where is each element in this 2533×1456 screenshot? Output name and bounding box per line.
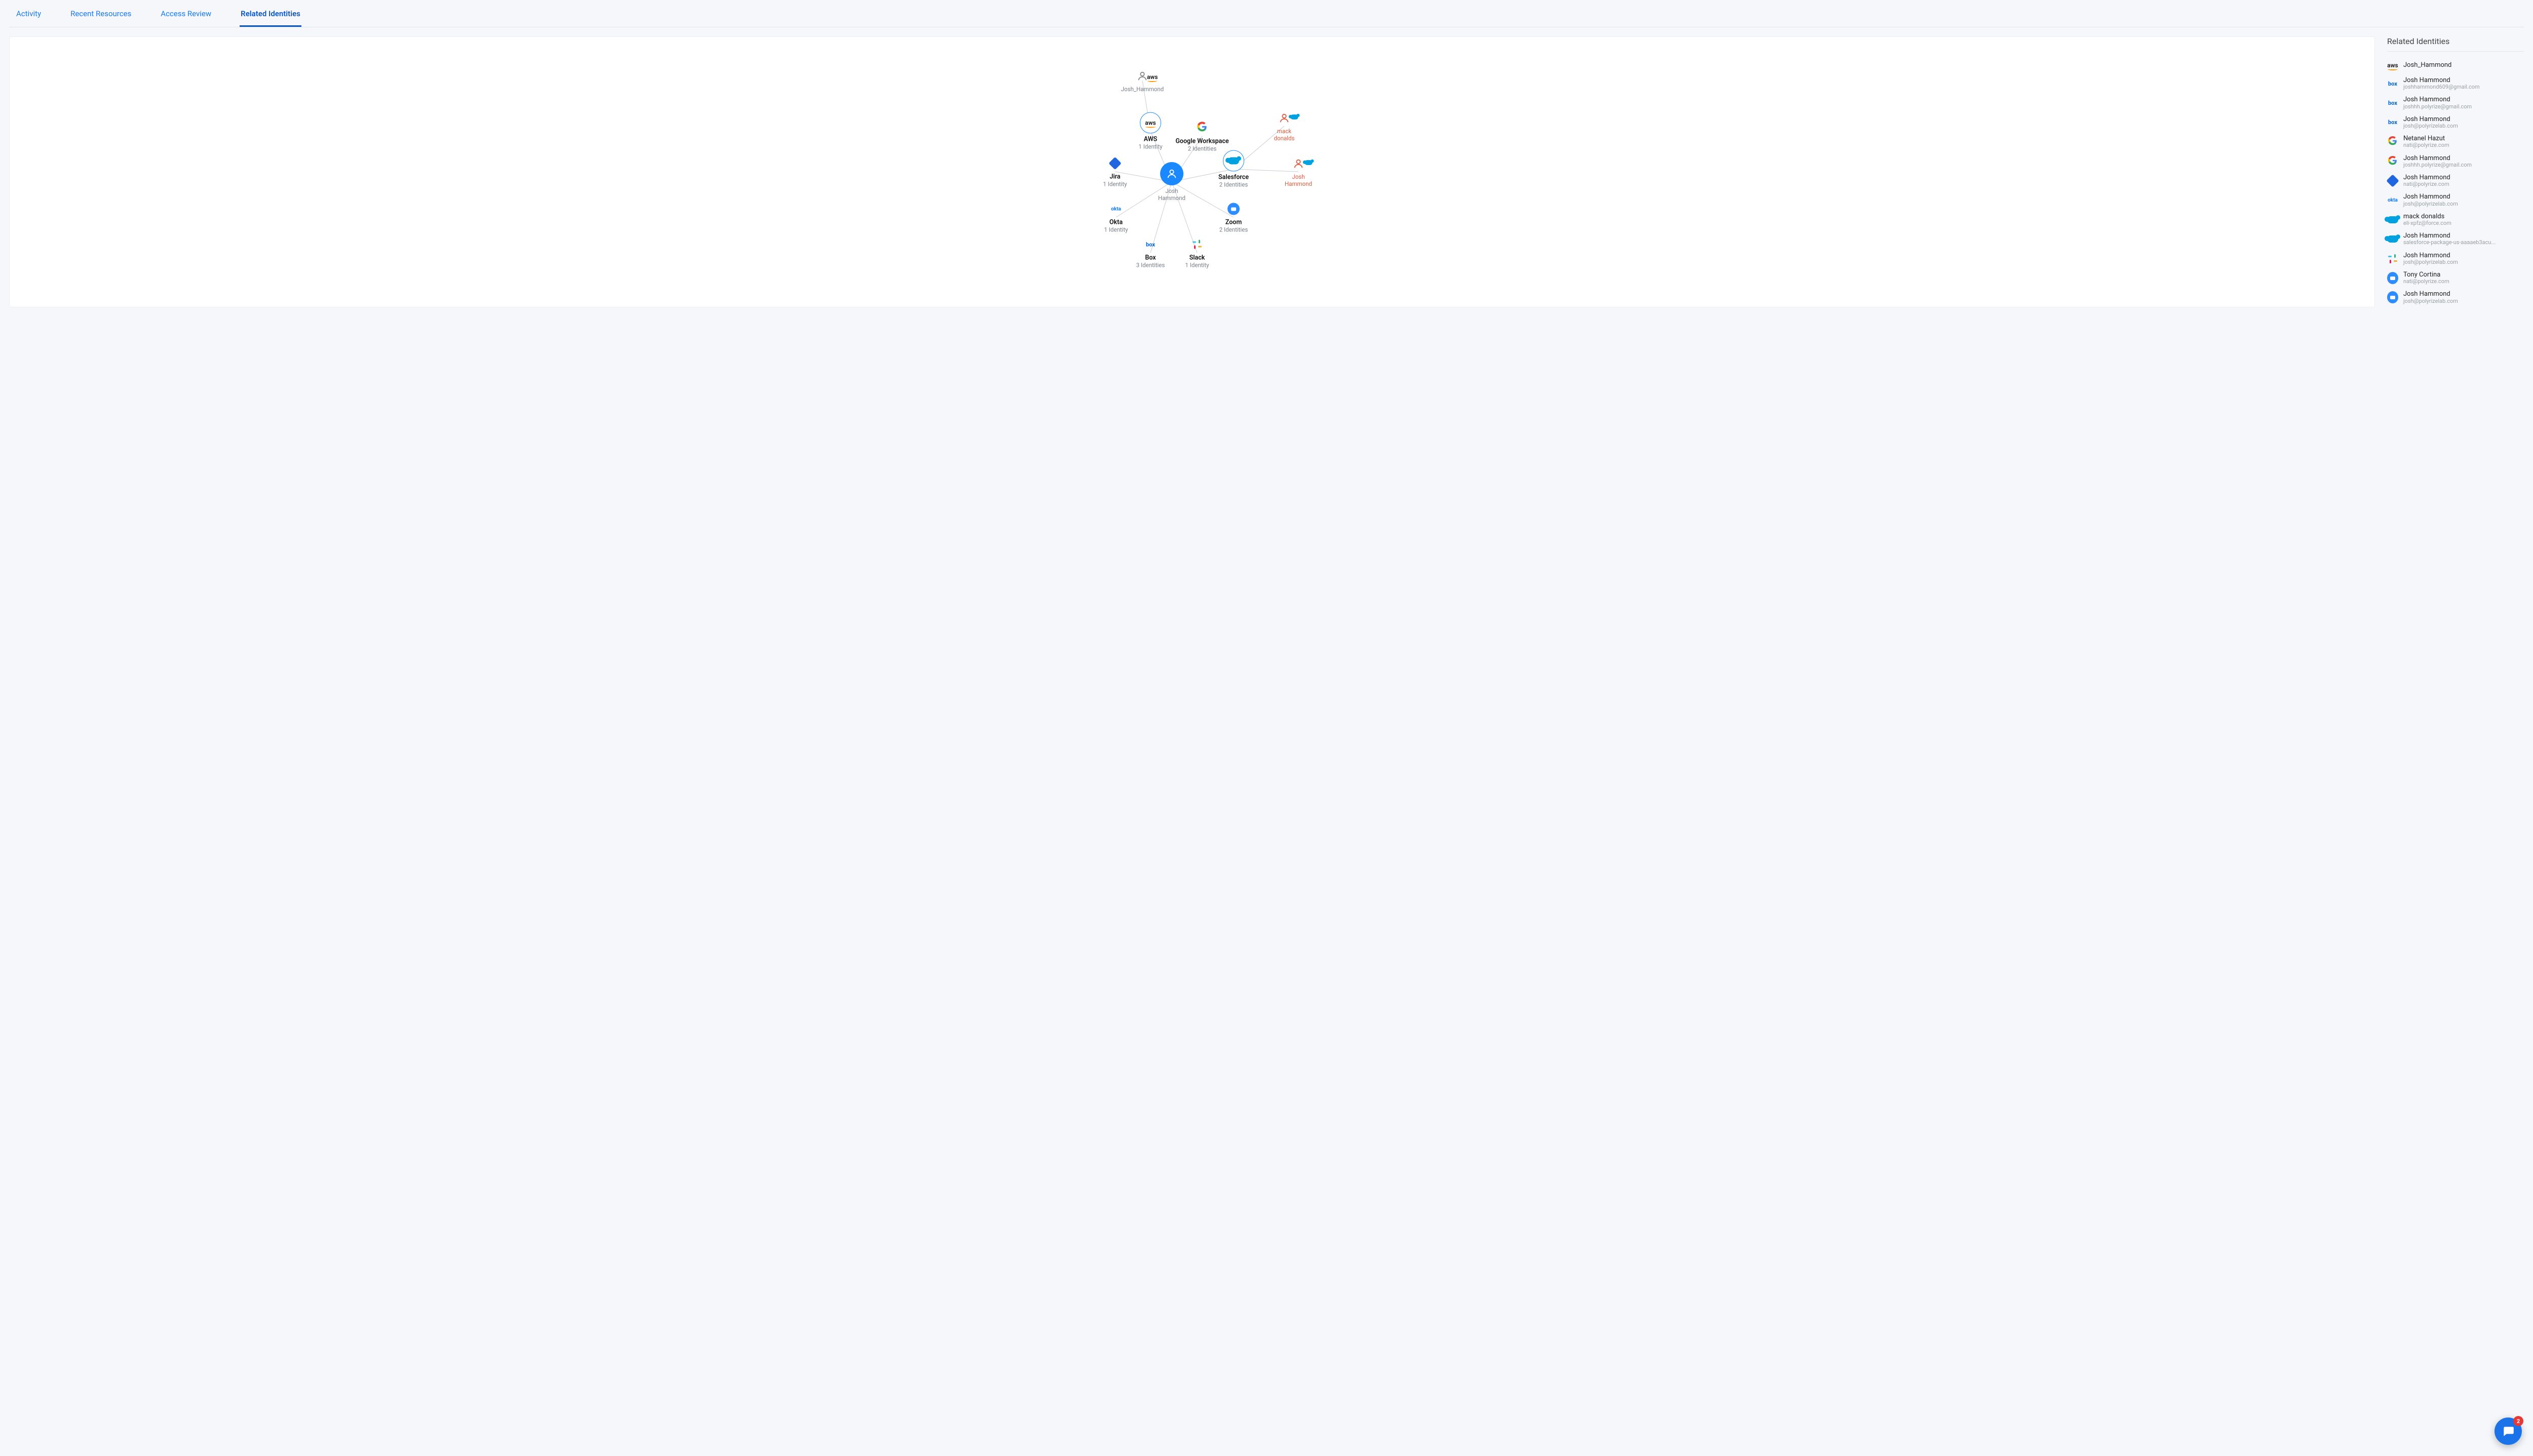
identity-email: joshhh.polyrize@gmail.com (2403, 162, 2472, 168)
identity-email: josh@polyrizelab.com (2403, 298, 2458, 304)
box-icon: box (2387, 117, 2398, 128)
identity-name: Josh Hammond (2403, 155, 2472, 162)
zoom-icon (2387, 272, 2398, 284)
identity-row[interactable]: Josh Hammondnati@polyrize.com (2387, 171, 2524, 190)
identity-email: josh@polyrizelab.com (2403, 201, 2458, 207)
identity-row[interactable]: Tony Cortinanati@polyrize.com (2387, 268, 2524, 288)
salesforce-icon (2387, 233, 2398, 245)
identity-email: salesforce-package-us-aaaaeb3acu... (2403, 240, 2496, 246)
graph-node-okta[interactable]: oktaOkta1 Identity (1086, 202, 1146, 233)
identity-row[interactable]: box Josh Hammondjoshhammond609@gmail.com (2387, 74, 2524, 93)
identity-row[interactable]: mack donaldseli-xpfz@force.com (2387, 210, 2524, 229)
identity-row[interactable]: box Josh Hammondjoshhh.polyrize@gmail.com (2387, 93, 2524, 112)
slack-icon (2387, 253, 2398, 264)
service-title: Slack (1167, 254, 1227, 262)
identity-email: nati@polyrize.com (2403, 142, 2449, 148)
service-title: Google Workspace (1172, 138, 1233, 145)
tab-recent-resources[interactable]: Recent Resources (69, 4, 132, 27)
related-identities-panel: Related Identities aws Josh_Hammondbox Jos… (2387, 36, 2524, 307)
jira-icon (2387, 175, 2398, 186)
identity-name: Josh Hammond (2403, 291, 2458, 298)
identity-name: Netanel Hazut (2403, 135, 2449, 142)
tab-related-identities[interactable]: Related Identities (240, 4, 301, 27)
identity-email: nati@polyrize.com (2403, 279, 2449, 285)
identity-row[interactable]: Josh Hammondjoshhh.polyrize@gmail.com (2387, 152, 2524, 171)
ext-user-label: mackdonalds (1254, 128, 1315, 142)
tab-activity[interactable]: Activity (15, 4, 42, 27)
identity-email: joshhh.polyrize@gmail.com (2403, 104, 2472, 110)
google-icon (2387, 156, 2398, 167)
identity-name: Josh Hammond (2403, 77, 2480, 84)
center-label: JoshHammond (1141, 187, 1202, 202)
graph-node-center[interactable]: JoshHammond (1141, 162, 1202, 202)
service-sub: 2 Identities (1203, 226, 1264, 233)
chat-button[interactable]: 2 (2494, 1418, 2522, 1445)
identity-name: Josh Hammond (2403, 193, 2458, 201)
identity-email: josh@polyrizelab.com (2403, 259, 2458, 265)
graph-node-ext-josh[interactable]: JoshHammond (1268, 156, 1329, 187)
identity-graph-panel: awsJosh_HammondawsAWS1 IdentityGoogle Wo… (9, 36, 2375, 307)
identity-name: Josh_Hammond (2403, 62, 2451, 69)
graph-node-salesforce[interactable]: Salesforce2 Identities (1203, 150, 1264, 188)
identity-row[interactable]: okta Josh Hammondjosh@polyrizelab.com (2387, 190, 2524, 210)
chat-badge: 2 (2513, 1416, 2523, 1426)
graph-node-ext-mack[interactable]: mackdonalds (1254, 110, 1315, 142)
service-sub: 1 Identity (1085, 181, 1145, 188)
aws-icon: aws (2387, 60, 2398, 71)
identity-name: Josh Hammond (2403, 252, 2458, 259)
identity-email: eli-xpfz@force.com (2403, 220, 2451, 226)
service-sub: 2 Identities (1203, 181, 1264, 188)
identity-row[interactable]: Josh Hammondjosh@polyrizelab.com (2387, 249, 2524, 268)
aws-user-label: Josh_Hammond (1112, 86, 1173, 93)
identity-name: mack donalds (2403, 213, 2451, 220)
identity-row[interactable]: box Josh Hammondjosh@polyrizelab.com (2387, 113, 2524, 132)
tab-access-review[interactable]: Access Review (160, 4, 212, 27)
identity-email: josh@polyrizelab.com (2403, 123, 2458, 129)
box-icon: box (2387, 98, 2398, 109)
related-identities-title: Related Identities (2387, 36, 2524, 52)
service-title: Jira (1085, 173, 1145, 181)
graph-node-aws-user[interactable]: awsJosh_Hammond (1112, 68, 1173, 93)
identity-row[interactable]: Josh Hammondsalesforce-package-us-aaaaeb… (2387, 229, 2524, 249)
graph-node-slack[interactable]: Slack1 Identity (1167, 237, 1227, 269)
identity-name: Tony Cortina (2403, 271, 2449, 279)
identity-name: Josh Hammond (2403, 116, 2458, 123)
zoom-icon (2387, 292, 2398, 303)
graph-node-jira[interactable]: Jira1 Identity (1085, 156, 1145, 188)
identity-email: joshhammond609@gmail.com (2403, 84, 2480, 90)
identity-name: Josh Hammond (2403, 174, 2450, 181)
graph-node-zoom[interactable]: Zoom2 Identities (1203, 202, 1264, 233)
salesforce-icon (2387, 214, 2398, 225)
identity-email: nati@polyrize.com (2403, 181, 2450, 187)
identity-row[interactable]: Josh Hammondjosh@polyrizelab.com (2387, 288, 2524, 307)
okta-icon: okta (2387, 195, 2398, 206)
box-icon: box (2387, 78, 2398, 89)
graph-node-google[interactable]: Google Workspace2 Identities (1172, 121, 1233, 152)
service-title: Zoom (1203, 219, 1264, 226)
ext-user-label: JoshHammond (1268, 173, 1329, 187)
service-sub: 1 Identity (1167, 262, 1227, 269)
identity-row[interactable]: aws Josh_Hammond (2387, 57, 2524, 74)
identity-row[interactable]: Netanel Hazutnati@polyrize.com (2387, 132, 2524, 151)
service-title: Salesforce (1203, 174, 1264, 181)
google-icon (2387, 136, 2398, 147)
service-sub: 1 Identity (1086, 226, 1146, 233)
identity-name: Josh Hammond (2403, 232, 2496, 240)
tabs: Activity Recent Resources Access Review Rel… (9, 4, 2524, 27)
service-title: Okta (1086, 219, 1146, 226)
identity-name: Josh Hammond (2403, 96, 2472, 103)
